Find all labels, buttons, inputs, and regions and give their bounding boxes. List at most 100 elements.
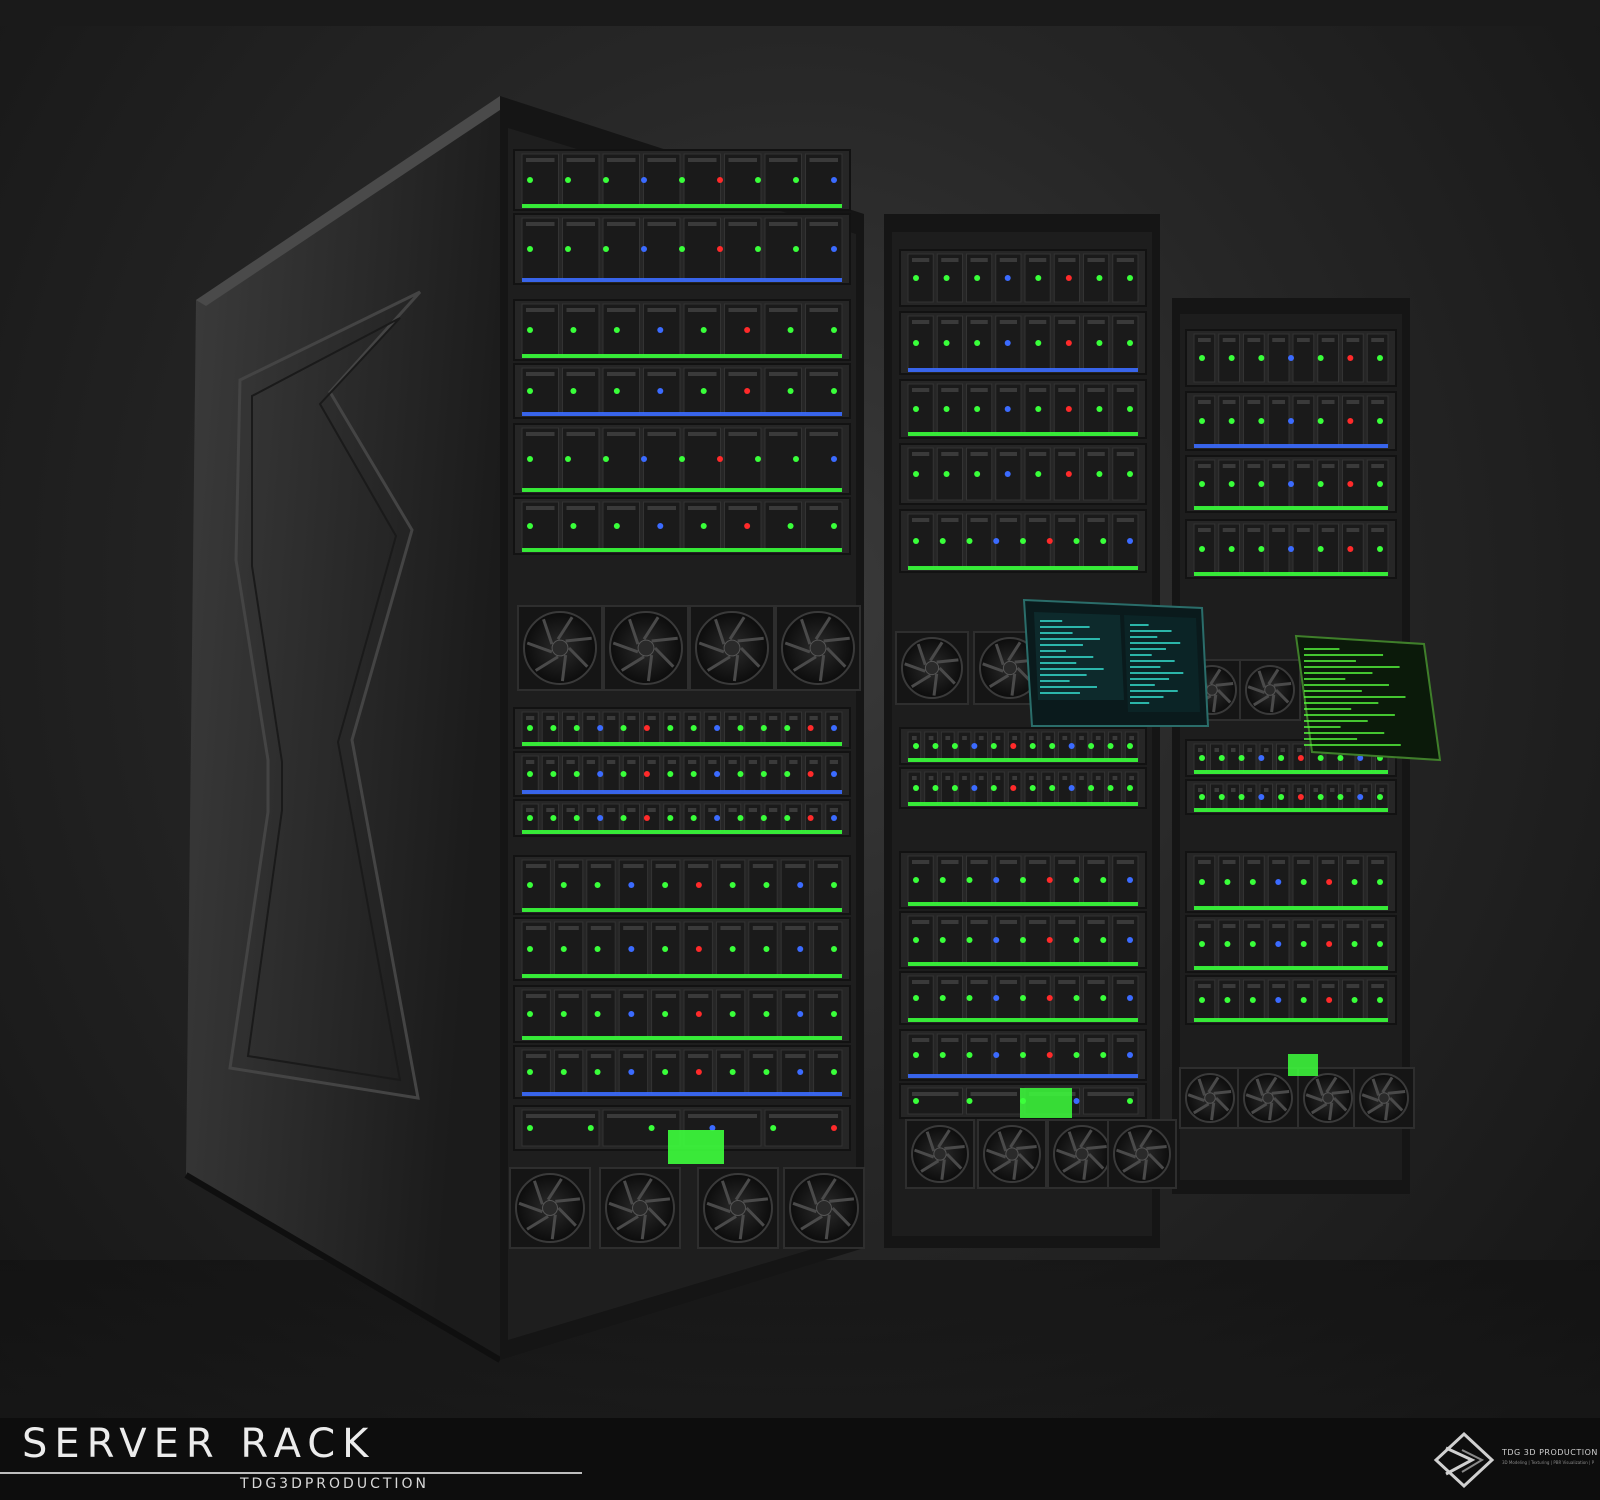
status-led [594, 946, 601, 952]
lcd-display [668, 1130, 724, 1164]
fan-icon [689, 605, 775, 691]
status-led [1317, 355, 1324, 361]
status-led [1199, 997, 1205, 1003]
status-led [793, 456, 799, 462]
status-led [1004, 340, 1011, 346]
status-led [831, 946, 837, 952]
status-led [784, 815, 791, 821]
status-led [594, 1069, 601, 1075]
status-led [763, 1011, 770, 1017]
status-led [527, 456, 533, 462]
status-led [913, 785, 919, 791]
status-led [1049, 743, 1056, 749]
status-led [913, 406, 919, 412]
status-led [831, 177, 837, 183]
led-strip [522, 974, 842, 978]
fan-icon [1353, 1067, 1415, 1129]
status-led [662, 1011, 669, 1017]
status-led [807, 771, 814, 777]
led-strip [908, 802, 1138, 806]
status-led [1107, 743, 1114, 749]
caption-title: SERVER RACK [22, 1421, 376, 1467]
fan-icon [1179, 1067, 1241, 1129]
status-led [966, 995, 973, 1001]
led-strip [522, 278, 842, 282]
status-led [1046, 1052, 1053, 1058]
status-led [1275, 879, 1282, 885]
status-led [1351, 997, 1358, 1003]
status-led [932, 743, 939, 749]
status-led [951, 743, 958, 749]
status-led [527, 327, 533, 333]
status-led [603, 177, 609, 183]
status-led [527, 1069, 533, 1075]
brand-tagline: 3D Modeling | Texturing | PBR Visualizat… [1502, 1460, 1594, 1465]
status-led [550, 725, 557, 731]
status-led [527, 946, 533, 952]
status-led [662, 946, 669, 952]
led-strip [1194, 444, 1388, 448]
status-led [831, 1069, 837, 1075]
status-led [763, 946, 770, 952]
status-led [597, 771, 604, 777]
status-led [913, 538, 919, 544]
status-led [613, 523, 620, 529]
status-led [1065, 406, 1072, 412]
fan-icon [599, 1167, 681, 1249]
status-led [570, 523, 577, 529]
status-led [831, 523, 837, 529]
status-led [679, 177, 685, 183]
status-led [974, 406, 981, 412]
status-led [1020, 877, 1026, 883]
status-led [729, 1069, 736, 1075]
status-led [744, 327, 751, 333]
status-led [560, 882, 567, 888]
status-led [1258, 794, 1265, 800]
status-led [1127, 471, 1133, 477]
lcd-display [1020, 1088, 1072, 1118]
status-led [695, 1069, 702, 1075]
status-led [1035, 471, 1042, 477]
status-led [1035, 275, 1042, 281]
lcd-display [1288, 1054, 1318, 1076]
status-led [690, 771, 697, 777]
status-led [737, 771, 744, 777]
status-led [1065, 275, 1072, 281]
status-led [1317, 481, 1324, 487]
status-led [797, 882, 804, 888]
server-unit [513, 497, 851, 555]
status-led [620, 725, 627, 731]
led-strip [522, 204, 842, 208]
led-strip [908, 1074, 1138, 1078]
photo-scene: SERVER RACK TDG3DPRODUCTION TDG 3D PRODU… [0, 0, 1600, 1500]
status-led [527, 1011, 533, 1017]
status-led [1199, 794, 1205, 800]
status-led [628, 946, 635, 952]
status-led [1317, 546, 1324, 552]
status-led [1317, 418, 1324, 424]
led-strip [1194, 506, 1388, 510]
status-led [1258, 755, 1265, 761]
tdg-diamond-logo-icon [1433, 1431, 1495, 1489]
status-led [641, 246, 647, 252]
server-unit [1185, 975, 1397, 1025]
fan-icon [1239, 659, 1301, 721]
status-led [966, 538, 973, 544]
fan-icon [603, 605, 689, 691]
status-led [1073, 538, 1080, 544]
status-led [620, 815, 627, 821]
status-led [951, 785, 958, 791]
status-led [527, 246, 533, 252]
status-led [1228, 355, 1235, 361]
status-led [1127, 538, 1133, 544]
status-led [700, 523, 707, 529]
led-strip [1194, 770, 1388, 774]
status-led [628, 1011, 635, 1017]
server-unit [899, 249, 1147, 307]
status-led [755, 456, 761, 462]
status-led [1228, 481, 1235, 487]
caption-divider [0, 1472, 582, 1474]
status-led [527, 815, 533, 821]
status-led [1065, 340, 1072, 346]
status-led [1020, 995, 1026, 1001]
